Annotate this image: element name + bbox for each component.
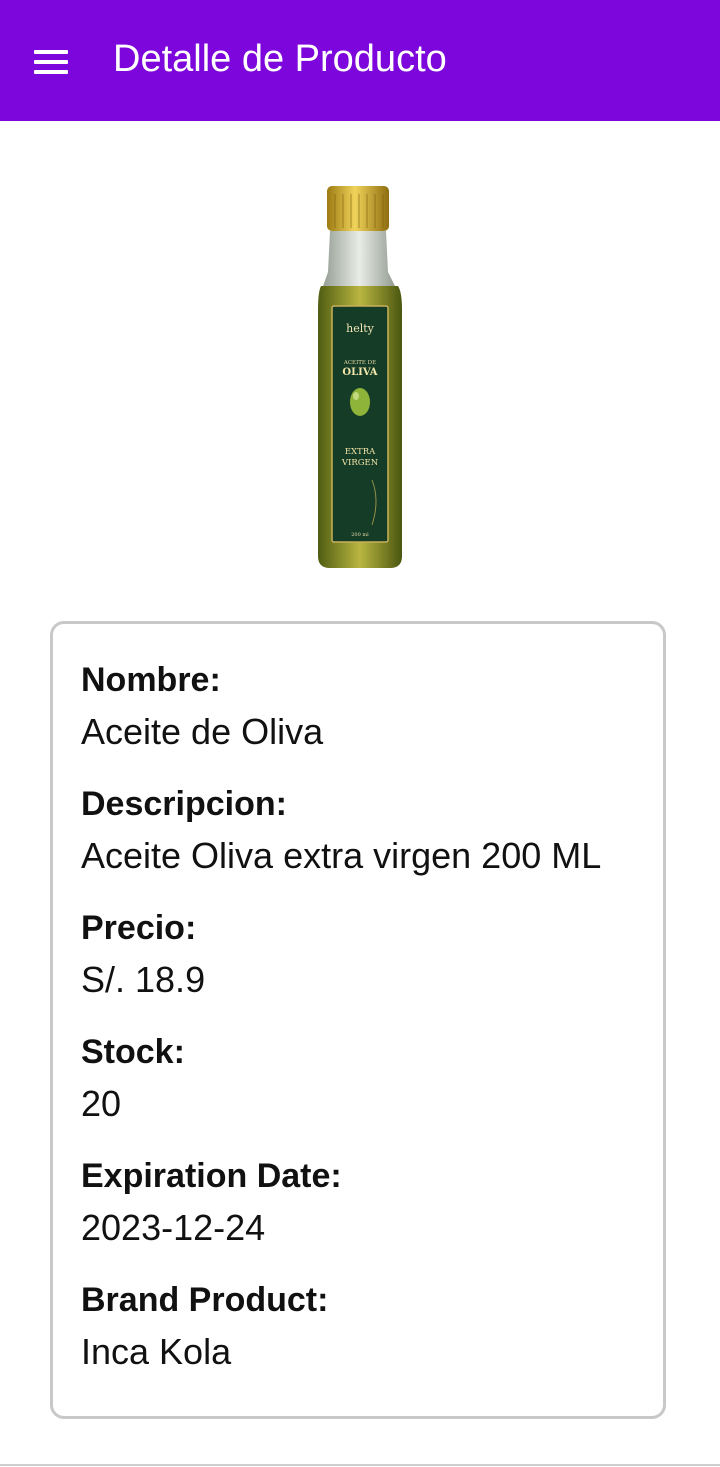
bottom-divider [0,1464,720,1466]
value-brand-product: Inca Kola [81,1331,232,1372]
value-stock: 20 [81,1083,122,1124]
value-precio: S/. 18.9 [81,959,206,1000]
field-nombre: Nombre: Aceite de Oliva [81,660,651,754]
bottle-label [331,305,389,543]
value-descripcion: Aceite Oliva extra virgen 200 ML [81,835,602,876]
field-descripcion: Descripcion: Aceite Oliva extra virgen 2… [81,784,651,878]
bottle-neck [321,231,398,292]
label-brand-product: Brand Product: [81,1281,329,1319]
product-image: helty ACEITE DE OLIVA EXTRA VIRGEN 200 m… [318,186,402,568]
olive-drop-graphic [350,388,370,416]
field-expiration-date: Expiration Date: 2023-12-24 [81,1156,651,1250]
svg-text:ACEITE DE: ACEITE DE [343,360,376,366]
product-detail-card: Nombre: Aceite de Oliva Descripcion: Ace… [50,621,666,1419]
label-precio: Precio: [81,909,197,947]
value-nombre: Aceite de Oliva [81,711,324,752]
svg-text:200 ml: 200 ml [351,532,369,538]
field-precio: Precio: S/. 18.9 [81,908,651,1002]
label-stock: Stock: [81,1033,185,1071]
label-nombre: Nombre: [81,661,221,699]
svg-text:EXTRA: EXTRA [345,447,376,457]
label-descripcion: Descripcion: [81,785,287,823]
svg-text:OLIVA: OLIVA [342,367,377,378]
hamburger-menu-icon[interactable] [32,46,72,78]
page-title: Detalle de Producto [113,38,447,80]
value-expiration-date: 2023-12-24 [81,1207,266,1248]
field-stock: Stock: 20 [81,1032,651,1126]
svg-text:helty: helty [346,322,375,335]
label-expiration-date: Expiration Date: [81,1157,342,1195]
field-brand-product: Brand Product: Inca Kola [81,1280,651,1374]
svg-text:VIRGEN: VIRGEN [341,458,379,468]
bottle-cap [327,186,389,231]
app-bar: Detalle de Producto [0,0,720,121]
